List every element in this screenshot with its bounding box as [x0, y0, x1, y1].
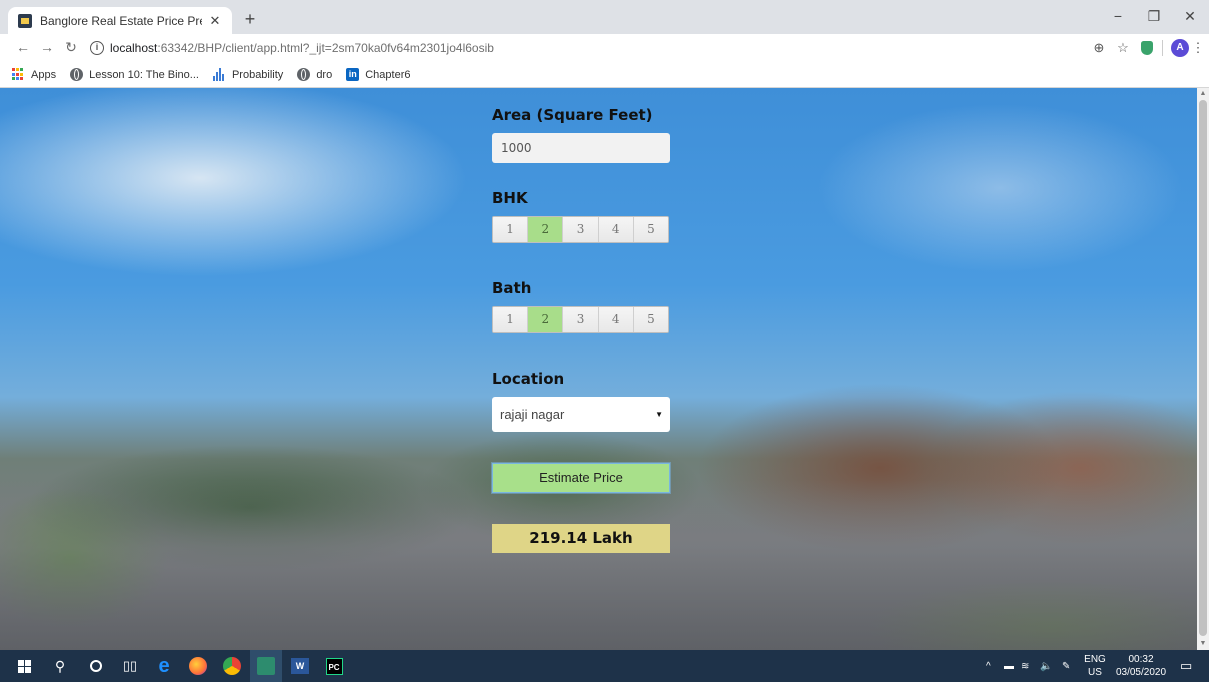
bookmarks-bar: Apps Lesson 10: The Bino... Probability …	[0, 62, 1209, 88]
bookmark-lesson[interactable]: Lesson 10: The Bino...	[70, 68, 199, 81]
bookmark-probability[interactable]: Probability	[212, 68, 284, 81]
bath-option-1[interactable]: 1	[493, 307, 529, 332]
background-road	[0, 480, 1197, 650]
bar-chart-icon	[212, 68, 226, 81]
address-bar[interactable]: i localhost:63342/BHP/client/app.html?_i…	[90, 37, 1090, 59]
back-arrow-icon[interactable]: ←	[14, 39, 32, 55]
bookmark-chapter6[interactable]: in Chapter6	[346, 68, 410, 81]
bhk-selector: 1 2 3 4 5	[492, 216, 669, 243]
bookmark-label: Chapter6	[365, 68, 411, 81]
bookmark-apps[interactable]: Apps	[12, 68, 56, 81]
windows-taskbar: ⚲ ▯▯ e W PC ^ ▬ ≋ 🔈 ✎ ENG US 00:32 03/05…	[0, 650, 1209, 682]
linkedin-icon: in	[346, 68, 360, 81]
toolbar-separator	[1161, 38, 1163, 58]
wifi-icon[interactable]: ≋	[1021, 650, 1035, 682]
bhk-option-2[interactable]: 2	[528, 217, 564, 242]
window-minimize-button[interactable]: −	[1108, 8, 1128, 24]
globe-icon	[70, 68, 84, 81]
region-code: US	[1088, 667, 1102, 678]
globe-icon	[297, 68, 311, 81]
window-restore-button[interactable]: ❐	[1144, 8, 1164, 25]
firefox-icon[interactable]	[182, 650, 214, 682]
battery-icon[interactable]: ▬	[1004, 650, 1018, 682]
browser-toolbar: ← → ↻ i localhost:63342/BHP/client/app.h…	[0, 34, 1209, 62]
browser-menu-icon[interactable]: ⋮	[1192, 38, 1205, 58]
profile-avatar[interactable]: A	[1170, 38, 1190, 58]
bhk-option-5[interactable]: 5	[633, 217, 668, 242]
dropdown-caret-icon: ▼	[655, 410, 663, 419]
page-scrollbar[interactable]: ▲ ▼	[1197, 88, 1209, 650]
browser-tab[interactable]: Banglore Real Estate Price Predic ✕	[8, 7, 232, 34]
apps-grid-icon	[12, 68, 25, 81]
url-host: localhost	[110, 41, 158, 55]
location-label: Location	[492, 370, 565, 388]
search-icon[interactable]: ⚲	[44, 650, 76, 682]
bath-selector: 1 2 3 4 5	[492, 306, 669, 333]
location-selected-value: rajaji nagar	[500, 407, 565, 422]
scrollbar-thumb[interactable]	[1199, 100, 1207, 636]
bookmark-label: Probability	[231, 68, 284, 81]
windows-start-icon[interactable]	[8, 650, 40, 682]
forward-arrow-icon[interactable]: →	[38, 39, 56, 55]
pycharm-icon[interactable]: PC	[318, 650, 350, 682]
bookmark-label: Lesson 10: The Bino...	[89, 68, 199, 81]
bhk-label: BHK	[492, 189, 528, 207]
new-tab-button[interactable]: +	[240, 9, 260, 30]
cortana-icon[interactable]	[80, 650, 112, 682]
bookmark-dro[interactable]: dro	[297, 68, 332, 81]
area-label: Area (Square Feet)	[492, 106, 653, 124]
bath-option-5[interactable]: 5	[633, 307, 668, 332]
area-input[interactable]: 1000	[492, 133, 670, 163]
bookmark-label: Apps	[31, 68, 57, 81]
bookmark-star-icon[interactable]: ☆	[1114, 38, 1132, 58]
pen-icon[interactable]: ✎	[1062, 650, 1078, 682]
extension-shield-icon[interactable]	[1140, 38, 1154, 58]
tray-overflow-chevron-icon[interactable]: ^	[986, 650, 1000, 682]
bhk-option-4[interactable]: 4	[598, 217, 634, 242]
task-view-icon[interactable]: ▯▯	[114, 650, 146, 682]
estimated-price-result: 219.14 Lakh	[492, 524, 670, 553]
language-code: ENG	[1084, 654, 1106, 665]
language-indicator[interactable]: ENG US	[1083, 653, 1107, 679]
clock-time: 00:32	[1128, 654, 1154, 665]
edge-icon[interactable]: e	[148, 650, 180, 682]
bath-option-4[interactable]: 4	[598, 307, 634, 332]
bhk-option-1[interactable]: 1	[493, 217, 529, 242]
notification-center-icon[interactable]: ▭	[1180, 650, 1196, 682]
estimate-price-button[interactable]: Estimate Price	[492, 463, 670, 493]
window-close-button[interactable]: ✕	[1180, 8, 1200, 25]
scroll-down-icon[interactable]: ▼	[1197, 638, 1209, 650]
jupyter-icon[interactable]	[250, 650, 282, 682]
page-favicon-icon	[18, 13, 32, 28]
tab-title: Banglore Real Estate Price Predic	[40, 13, 202, 28]
location-dropdown[interactable]: rajaji nagar ▼	[492, 397, 670, 432]
page-background	[0, 88, 1197, 650]
site-info-icon[interactable]: i	[90, 41, 104, 55]
bath-option-3[interactable]: 3	[563, 307, 599, 332]
system-clock[interactable]: 00:32 03/05/2020	[1110, 653, 1172, 679]
bath-option-2[interactable]: 2	[528, 307, 564, 332]
url-path: :63342/BHP/client/app.html?_ijt=2sm70ka0…	[157, 41, 494, 55]
clock-date: 03/05/2020	[1115, 667, 1167, 678]
scroll-up-icon[interactable]: ▲	[1197, 88, 1209, 100]
chrome-icon[interactable]	[216, 650, 248, 682]
word-icon[interactable]: W	[284, 650, 316, 682]
volume-icon[interactable]: 🔈	[1040, 650, 1056, 682]
bath-label: Bath	[492, 279, 532, 297]
browser-tab-strip: Banglore Real Estate Price Predic ✕ + − …	[0, 0, 1209, 34]
bookmark-label: dro	[316, 68, 333, 81]
reload-icon[interactable]: ↻	[62, 39, 80, 56]
zoom-icon[interactable]: ⊕	[1090, 38, 1108, 58]
tab-close-icon[interactable]: ✕	[208, 13, 222, 29]
bhk-option-3[interactable]: 3	[563, 217, 599, 242]
